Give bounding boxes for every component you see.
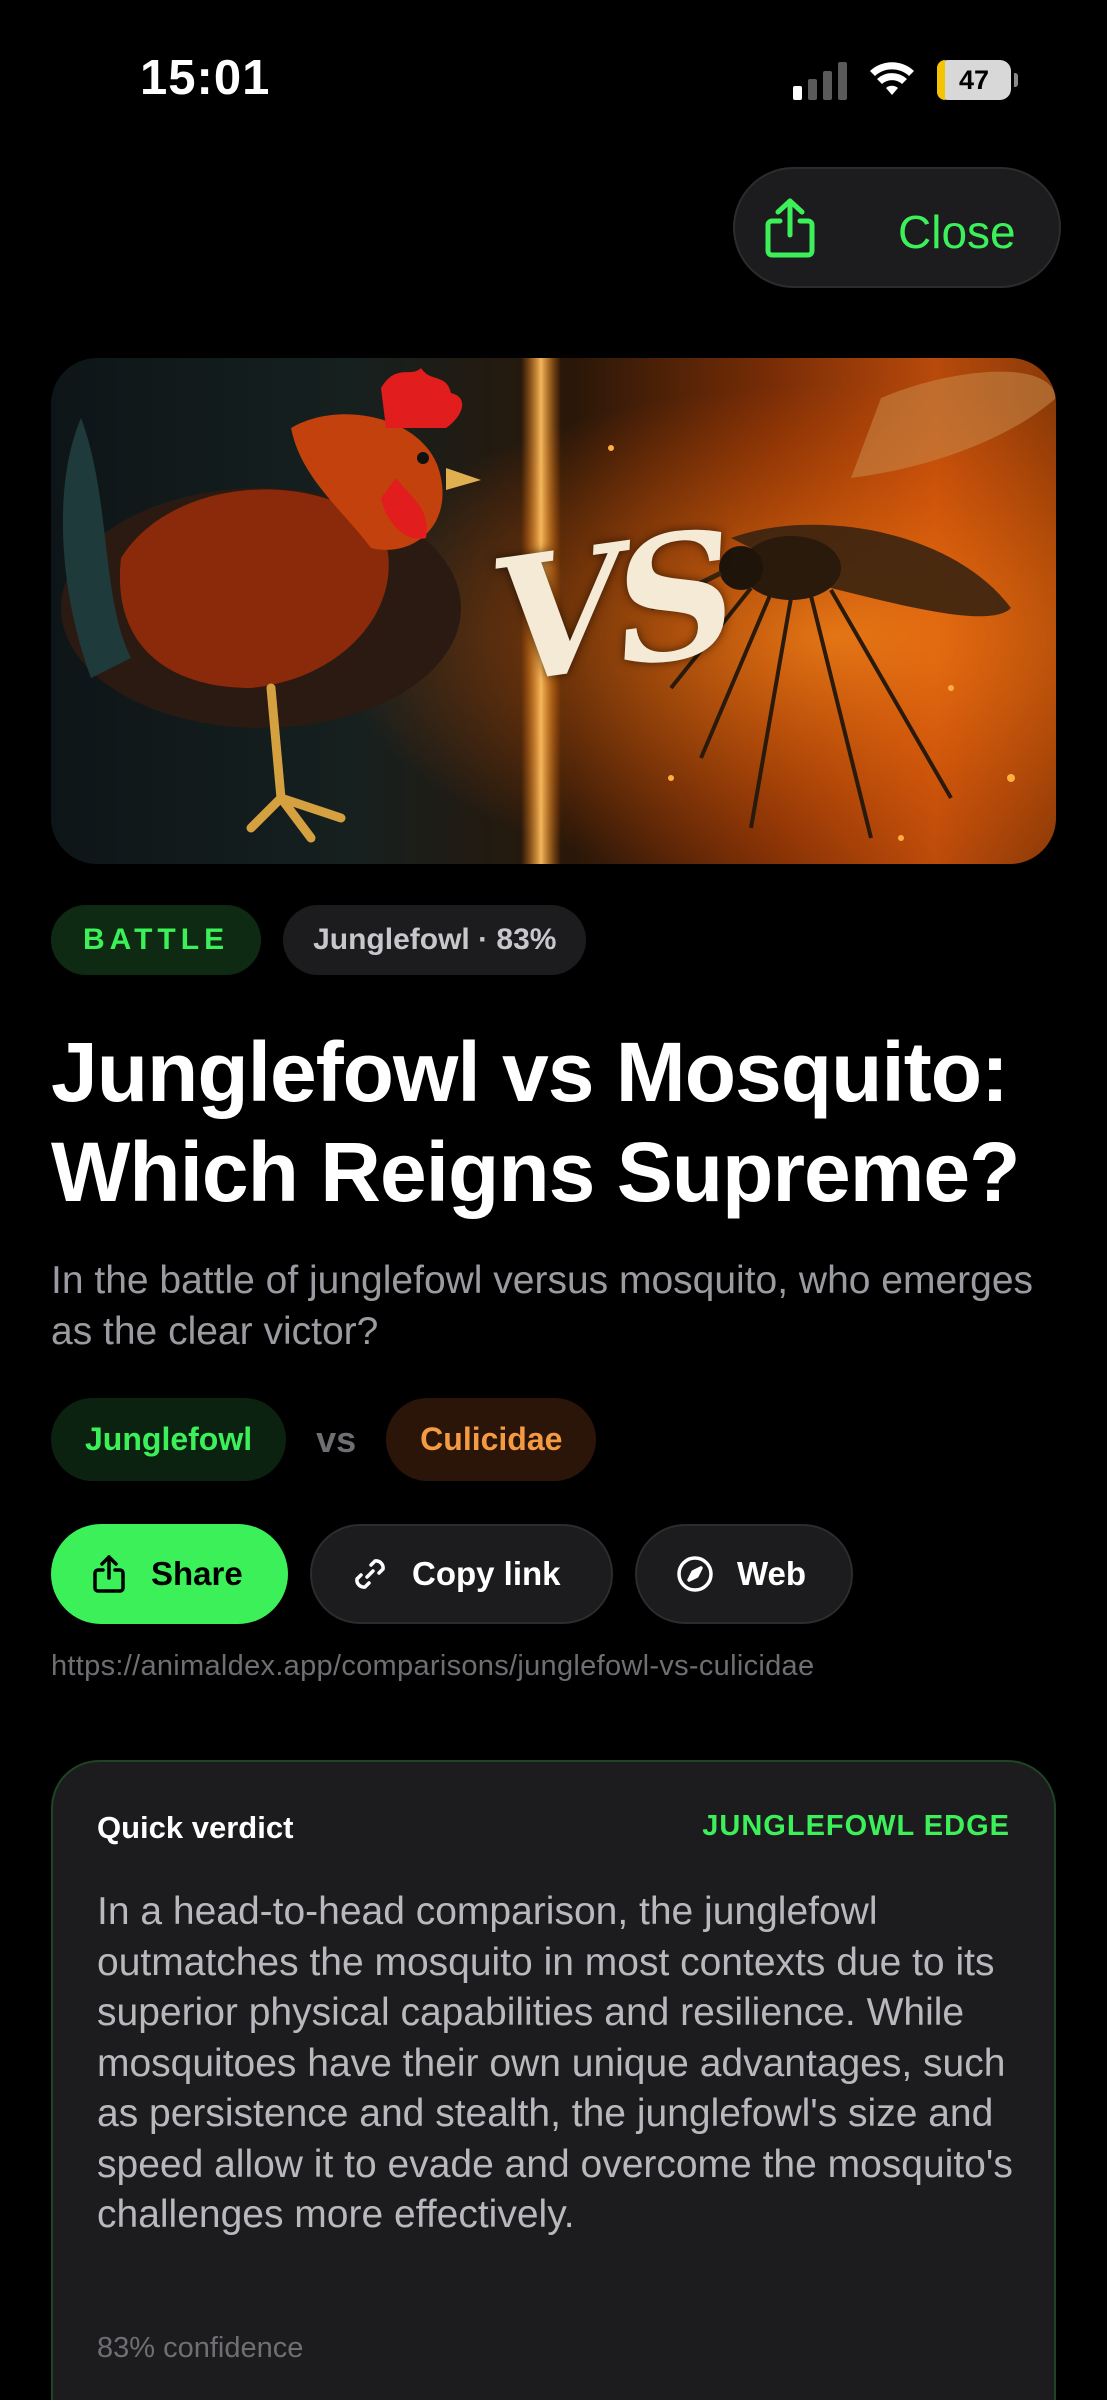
- page-subtitle: In the battle of junglefowl versus mosqu…: [51, 1259, 1034, 1353]
- verdict-edge-badge: JUNGLEFOWL EDGE: [702, 1810, 1010, 1842]
- verdict-confidence: 83% confidence: [97, 2332, 304, 2364]
- page-title: Junglefowl vs Mosquito: Which Reigns Sup…: [51, 1025, 1020, 1219]
- web-button[interactable]: Web: [635, 1524, 853, 1624]
- action-buttons: Share Copy link Web: [51, 1524, 853, 1624]
- battery-icon: 47: [937, 60, 1018, 100]
- contender-a-chip[interactable]: Junglefowl: [51, 1398, 287, 1481]
- quick-verdict-card: Quick verdict JUNGLEFOWL EDGE In a head-…: [51, 1760, 1056, 2400]
- hero-image: VS: [51, 358, 1056, 864]
- contender-b-chip[interactable]: Culicidae: [386, 1398, 597, 1481]
- top-actions-pill: Close: [733, 167, 1061, 288]
- link-icon: [350, 1554, 390, 1594]
- close-button[interactable]: Close: [898, 205, 1016, 259]
- share-icon[interactable]: [757, 195, 823, 261]
- copy-link-label: Copy link: [412, 1555, 561, 1592]
- share-button-label: Share: [151, 1555, 243, 1592]
- share-url[interactable]: https://animaldex.app/comparisons/jungle…: [51, 1650, 814, 1683]
- category-badge: BATTLE: [51, 905, 262, 975]
- comparison-screen: 15:01 47 Close VS BATTLE Junglefowl · 83…: [0, 0, 1107, 2400]
- versus-row: Junglefowl vs Culicidae: [51, 1398, 597, 1481]
- web-button-label: Web: [737, 1555, 807, 1592]
- battery-level: 47: [958, 64, 990, 95]
- share-icon: [89, 1554, 129, 1594]
- hero-vs-text: VS: [480, 492, 741, 724]
- cellular-signal-icon: [793, 60, 847, 100]
- winner-stat-badge: Junglefowl · 83%: [283, 905, 587, 975]
- status-time: 15:01: [140, 51, 271, 105]
- wifi-icon: [870, 62, 914, 95]
- status-bar: 15:01 47: [0, 0, 1107, 160]
- share-button[interactable]: Share: [51, 1524, 288, 1624]
- verdict-label: Quick verdict: [97, 1810, 294, 1845]
- tag-row: BATTLE Junglefowl · 83%: [51, 905, 587, 975]
- status-icons: 47: [793, 60, 1018, 100]
- versus-separator: vs: [316, 1418, 357, 1460]
- verdict-text: In a head-to-head comparison, the jungle…: [97, 1890, 1013, 2236]
- copy-link-button[interactable]: Copy link: [310, 1524, 613, 1624]
- compass-icon: [675, 1554, 715, 1594]
